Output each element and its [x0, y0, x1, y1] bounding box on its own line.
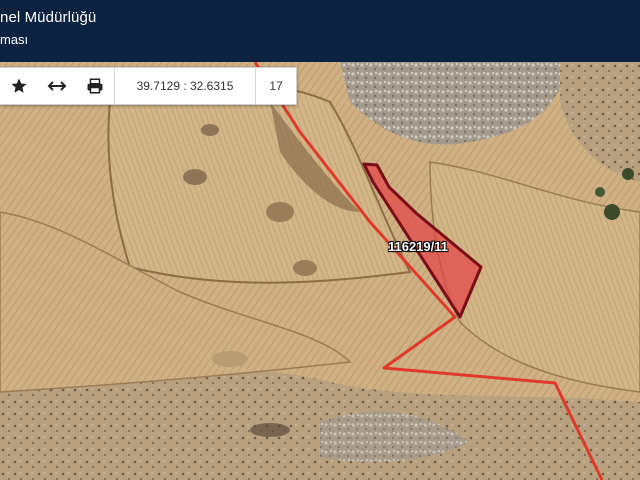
field-patch — [201, 124, 219, 136]
satellite-map[interactable] — [0, 62, 640, 480]
horizontal-measure-icon — [47, 79, 67, 93]
tree-cluster — [595, 187, 605, 197]
tree-cluster — [604, 204, 620, 220]
header-title: nel Müdürlüğü — [0, 9, 97, 26]
app-header: nel Müdürlüğü ması — [0, 0, 640, 62]
field-patch — [293, 260, 317, 276]
field-patch — [212, 351, 248, 367]
star-icon — [10, 77, 28, 95]
parcel-label[interactable]: 116219/11 — [388, 239, 448, 254]
dark-patch — [250, 423, 290, 437]
measure-button[interactable] — [38, 68, 76, 104]
print-button[interactable] — [76, 68, 114, 104]
zoom-level: 17 — [269, 79, 283, 93]
map-toolbar: 39.7129 : 32.6315 17 — [0, 67, 297, 105]
field-patch — [183, 169, 207, 185]
print-icon — [86, 77, 104, 95]
coordinate-readout: 39.7129 : 32.6315 — [136, 79, 234, 93]
field-patch — [266, 202, 294, 222]
tree-cluster — [622, 168, 634, 180]
header-subtitle: ması — [0, 32, 29, 47]
favorite-button[interactable] — [0, 68, 38, 104]
